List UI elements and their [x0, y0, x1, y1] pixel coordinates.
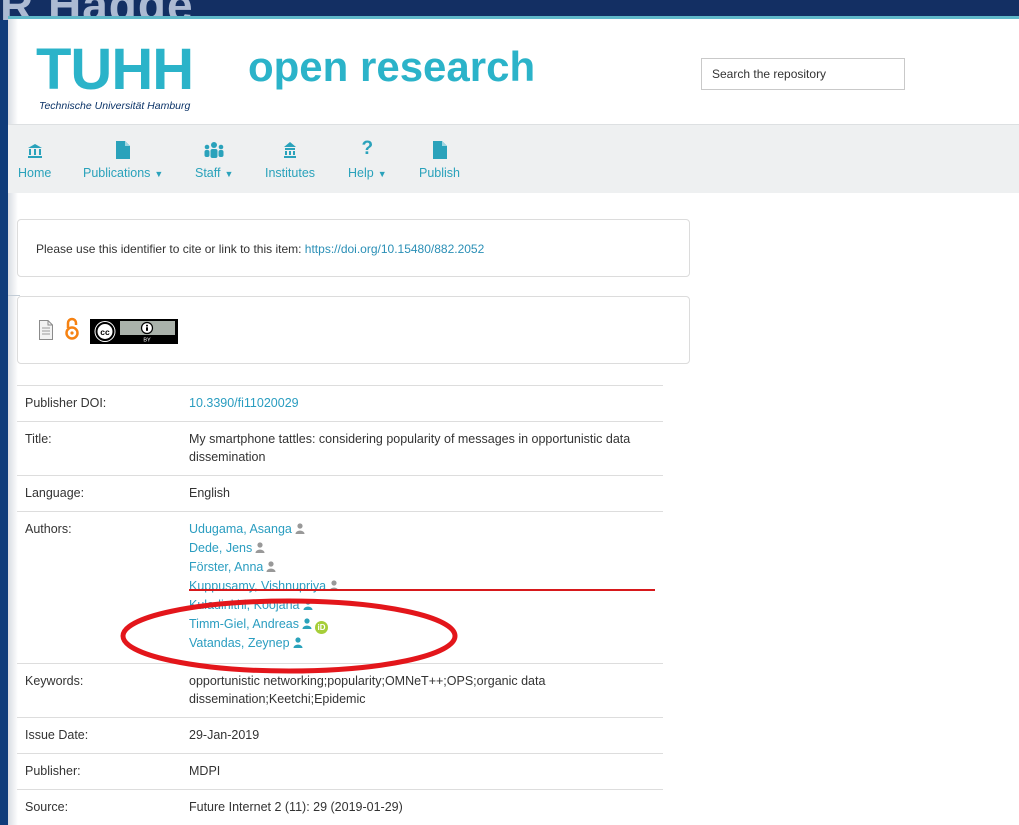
- author-link[interactable]: Kuppusamy, Vishnupriya: [189, 579, 326, 593]
- nav-publications-label: Publications: [83, 166, 151, 180]
- keywords-value: opportunistic networking;popularity;OMNe…: [181, 663, 663, 718]
- authors-list: Udugama, Asanga Dede, Jens Förster, Anna…: [181, 511, 663, 664]
- chevron-down-icon: ▼: [377, 169, 387, 179]
- cite-text: Please use this identifier to cite or li…: [36, 242, 484, 256]
- nav-publish[interactable]: Publish: [419, 137, 460, 185]
- open-access-icon: [65, 317, 79, 346]
- table-row: Title: My smartphone tattles: considerin…: [17, 421, 663, 476]
- orcid-icon[interactable]: iD: [314, 621, 328, 634]
- author-item: Vatandas, Zeynep: [189, 634, 655, 653]
- logo-subtitle: Technische Universität Hamburg: [39, 100, 191, 112]
- title-label: Title:: [17, 421, 181, 476]
- author-item: Udugama, Asanga: [189, 520, 655, 539]
- source-value: Future Internet 2 (11): 29 (2019-01-29): [181, 789, 663, 825]
- nav-home[interactable]: Home: [18, 137, 51, 185]
- source-label: Source:: [17, 789, 181, 825]
- nav-publish-label: Publish: [419, 166, 460, 180]
- person-icon[interactable]: [293, 635, 303, 653]
- person-icon[interactable]: [303, 597, 313, 615]
- document-icon: [432, 137, 447, 159]
- author-item: Timm-Giel, Andreas iD: [189, 615, 655, 634]
- cite-label: Please use this identifier to cite or li…: [36, 242, 305, 256]
- authors-label: Authors:: [17, 511, 181, 664]
- person-icon[interactable]: [329, 578, 339, 596]
- person-icon[interactable]: [302, 616, 312, 634]
- document-icon: [116, 137, 131, 159]
- main-navbar: Home Publications ▼ Staff ▼ Institutes ? H…: [8, 124, 1019, 193]
- language-label: Language:: [17, 475, 181, 512]
- nav-home-label: Home: [18, 166, 52, 180]
- cc-by-text: BY: [143, 338, 151, 344]
- author-link[interactable]: Kuladinithi, Koojana: [189, 598, 300, 612]
- language-value: English: [181, 475, 663, 512]
- chevron-down-icon: ▼: [154, 169, 164, 179]
- author-link[interactable]: Förster, Anna: [189, 560, 263, 574]
- document-icon[interactable]: [39, 320, 53, 345]
- question-icon: ?: [361, 138, 374, 159]
- nav-help[interactable]: ? Help ▼: [348, 137, 387, 185]
- author-item: Kuladinithi, Koojana: [189, 596, 655, 615]
- person-icon[interactable]: [266, 559, 276, 577]
- table-row: Publisher: MDPI: [17, 753, 663, 790]
- nav-institutes-label: Institutes: [265, 166, 316, 180]
- person-icon[interactable]: [255, 540, 265, 558]
- search-input[interactable]: Search the repository: [701, 58, 905, 90]
- license-panel: cc BY: [17, 296, 690, 364]
- nav-institutes[interactable]: Institutes: [265, 137, 315, 185]
- author-link[interactable]: Vatandas, Zeynep: [189, 636, 290, 650]
- logo-text: TUHH: [36, 37, 194, 102]
- author-item: Förster, Anna: [189, 558, 655, 577]
- nav-staff-label: Staff: [195, 166, 221, 180]
- institution-icon: [283, 137, 297, 159]
- tuhh-logo[interactable]: TUHH Technische Universität Hamburg: [36, 37, 236, 113]
- author-link[interactable]: Udugama, Asanga: [189, 522, 292, 536]
- author-link[interactable]: Dede, Jens: [189, 541, 252, 555]
- nav-publications[interactable]: Publications ▼: [83, 137, 163, 185]
- author-link[interactable]: Timm-Giel, Andreas: [189, 617, 299, 631]
- cc-text: cc: [100, 327, 110, 337]
- cc-by-badge[interactable]: cc BY: [90, 319, 178, 349]
- author-item: Kuppusamy, Vishnupriya: [189, 577, 655, 596]
- publisher-value: MDPI: [181, 753, 663, 790]
- person-icon[interactable]: [295, 521, 305, 539]
- people-icon: [203, 137, 225, 159]
- chevron-down-icon: ▼: [224, 169, 234, 179]
- issue-date-value: 29-Jan-2019: [181, 717, 663, 754]
- table-row: Source: Future Internet 2 (11): 29 (2019…: [17, 789, 663, 825]
- issue-date-label: Issue Date:: [17, 717, 181, 754]
- author-item: Dede, Jens: [189, 539, 655, 558]
- table-row: Language: English: [17, 475, 663, 512]
- title-value: My smartphone tattles: considering popul…: [181, 421, 663, 476]
- nav-help-label: Help: [348, 166, 374, 180]
- cite-doi-link[interactable]: https://doi.org/10.15480/882.2052: [305, 242, 484, 256]
- page-card: TUHH Technische Universität Hamburg open…: [8, 16, 1019, 825]
- nav-staff[interactable]: Staff ▼: [195, 137, 233, 185]
- bank-icon: [27, 137, 43, 159]
- cite-panel: Please use this identifier to cite or li…: [17, 219, 690, 277]
- table-row: Authors: Udugama, Asanga Dede, Jens Förs…: [17, 511, 663, 664]
- publisher-label: Publisher:: [17, 753, 181, 790]
- metadata-table: Publisher DOI: 10.3390/fi11020029 Title:…: [17, 385, 663, 825]
- publisher-doi-link[interactable]: 10.3390/fi11020029: [189, 396, 299, 410]
- table-row: Issue Date: 29-Jan-2019: [17, 717, 663, 754]
- keywords-label: Keywords:: [17, 663, 181, 718]
- background-left-strip: [0, 20, 8, 825]
- publisher-doi-label: Publisher DOI:: [17, 385, 181, 422]
- table-row: Publisher DOI: 10.3390/fi11020029: [17, 385, 663, 422]
- site-title[interactable]: open research: [248, 43, 535, 91]
- table-row: Keywords: opportunistic networking;popul…: [17, 663, 663, 718]
